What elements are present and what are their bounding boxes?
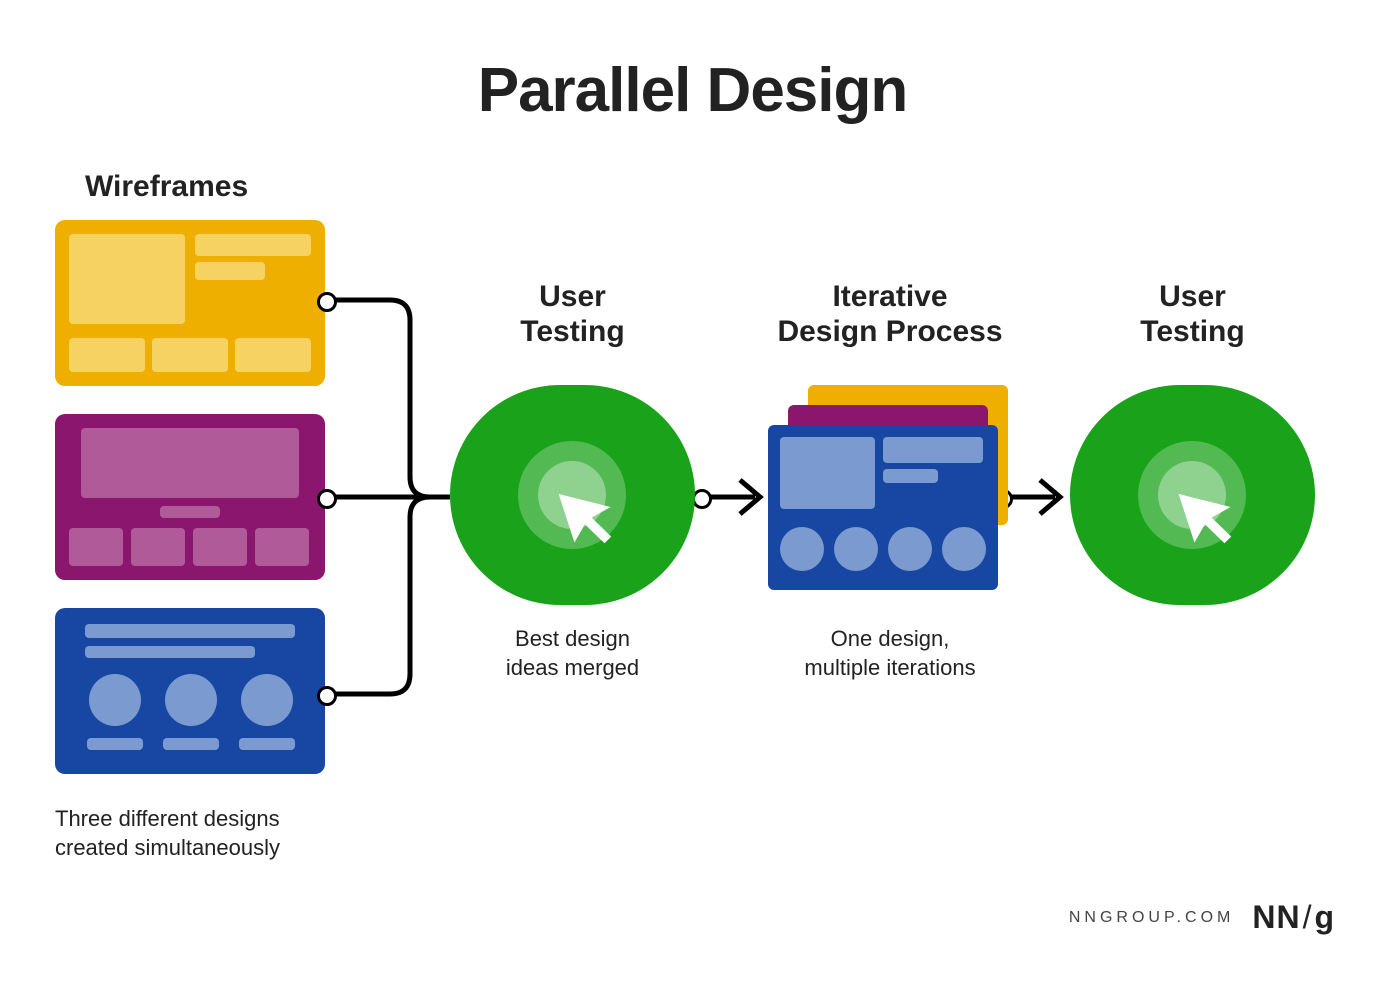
- wf-block: [69, 528, 123, 566]
- wf-block: [165, 674, 217, 726]
- user-testing-2-label: User Testing: [1070, 280, 1315, 349]
- iterative-stack: [768, 385, 1014, 595]
- connector-node: [317, 686, 337, 706]
- cursor-icon: [1175, 480, 1235, 540]
- attribution-logo: NN/g: [1252, 899, 1335, 936]
- connector-node: [317, 292, 337, 312]
- wf-block: [81, 428, 299, 498]
- attribution: NNGROUP.COM NN/g: [1069, 899, 1335, 936]
- wf-block: [69, 234, 185, 324]
- user-testing-1-caption: Best design ideas merged: [450, 625, 695, 682]
- stack-card-blue: [768, 425, 998, 590]
- wireframes-label: Wireframes: [85, 170, 248, 205]
- wf-block: [888, 527, 932, 571]
- user-testing-1-shape: [450, 385, 695, 605]
- wf-block: [193, 528, 247, 566]
- iterative-label: Iterative Design Process: [750, 280, 1030, 349]
- logo-slash: /: [1303, 899, 1313, 935]
- wf-block: [255, 528, 309, 566]
- wf-block: [883, 469, 938, 483]
- user-testing-1-label: User Testing: [450, 280, 695, 349]
- wf-block: [834, 527, 878, 571]
- user-testing-2-shape: [1070, 385, 1315, 605]
- wf-block: [780, 437, 875, 509]
- wf-block: [87, 738, 143, 750]
- wf-block: [241, 674, 293, 726]
- cursor-icon: [555, 480, 615, 540]
- attribution-url: NNGROUP.COM: [1069, 909, 1235, 927]
- wf-block: [69, 338, 145, 372]
- wf-block: [780, 527, 824, 571]
- wireframes-caption: Three different designs created simultan…: [55, 805, 325, 862]
- wf-block: [85, 624, 295, 638]
- wf-block: [160, 506, 220, 518]
- wireframe-purple: [55, 414, 325, 580]
- diagram-title: Parallel Design: [0, 55, 1385, 126]
- wireframe-yellow: [55, 220, 325, 386]
- logo-part-b: g: [1314, 899, 1335, 935]
- wf-block: [942, 527, 986, 571]
- wf-block: [195, 262, 265, 280]
- wf-block: [85, 646, 255, 658]
- wf-block: [195, 234, 311, 256]
- wf-block: [235, 338, 311, 372]
- wf-block: [131, 528, 185, 566]
- logo-part-a: NN: [1252, 899, 1300, 935]
- wf-block: [163, 738, 219, 750]
- wf-block: [152, 338, 228, 372]
- wireframe-blue: [55, 608, 325, 774]
- wf-block: [89, 674, 141, 726]
- connector-node: [692, 489, 712, 509]
- wf-block: [239, 738, 295, 750]
- connector-node: [317, 489, 337, 509]
- iterative-caption: One design, multiple iterations: [750, 625, 1030, 682]
- wf-block: [883, 437, 983, 463]
